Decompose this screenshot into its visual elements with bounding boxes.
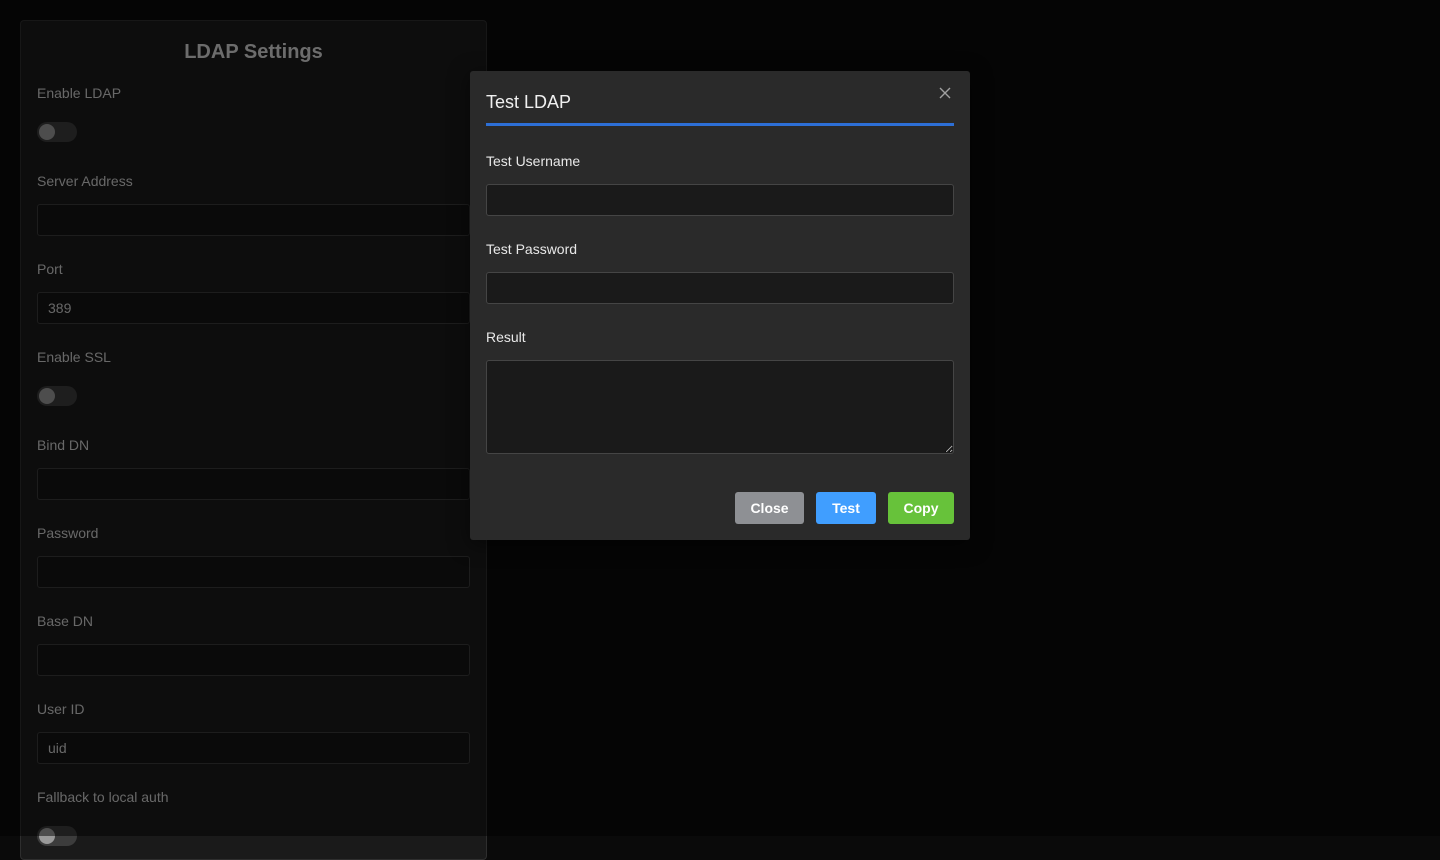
title-underline — [486, 123, 954, 126]
result-label: Result — [486, 329, 526, 345]
close-button[interactable]: Close — [735, 492, 804, 524]
test-password-input[interactable] — [486, 272, 954, 304]
test-password-label: Test Password — [486, 241, 578, 257]
copy-button[interactable]: Copy — [888, 492, 954, 524]
result-textarea[interactable] — [486, 360, 954, 454]
test-username-input[interactable] — [486, 184, 954, 216]
test-username-label: Test Username — [486, 153, 581, 169]
test-ldap-modal: Test LDAP Test Username Test Password Re… — [470, 71, 970, 540]
modal-title: Test LDAP — [486, 92, 572, 112]
close-icon[interactable] — [936, 84, 954, 102]
test-button[interactable]: Test — [816, 492, 876, 524]
